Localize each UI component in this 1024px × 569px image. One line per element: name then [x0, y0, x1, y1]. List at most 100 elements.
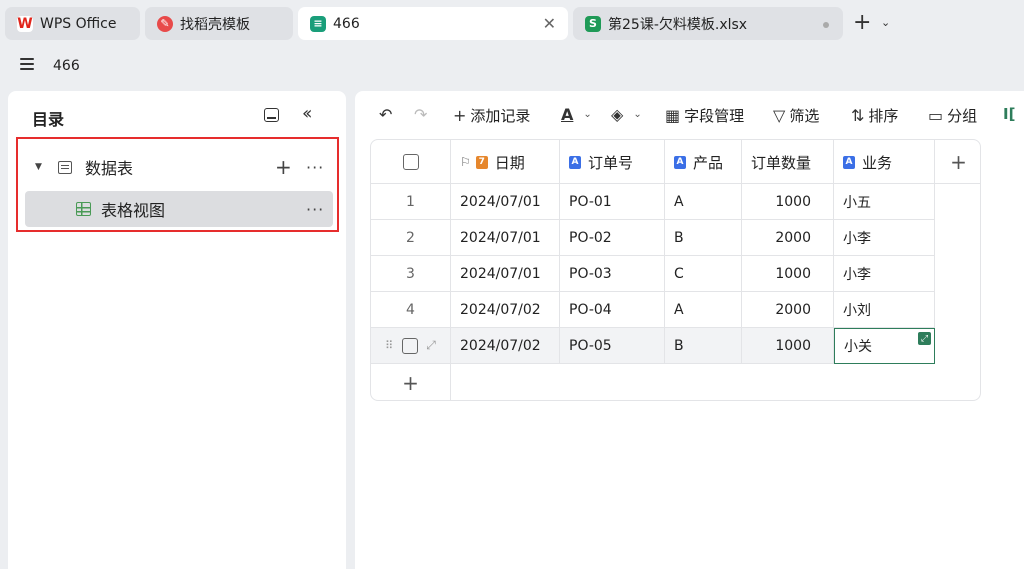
- more-icon[interactable]: ···: [306, 158, 324, 177]
- cell-product[interactable]: C: [665, 256, 742, 292]
- empty-column-area: [935, 184, 980, 400]
- row-number: 2: [406, 229, 415, 246]
- redo-icon[interactable]: ↷: [414, 105, 431, 124]
- text-field-icon: A: [843, 155, 855, 169]
- cell-date[interactable]: 2024/07/02: [451, 328, 560, 364]
- caret-down-icon[interactable]: ▼: [35, 162, 42, 172]
- menu-icon[interactable]: [20, 58, 34, 70]
- cell-qty[interactable]: 1000: [742, 256, 834, 292]
- tab-wps-office[interactable]: W WPS Office: [5, 7, 140, 40]
- fill-color-button[interactable]: ◈ ⌄: [611, 105, 642, 124]
- cell-rep[interactable]: 小李: [834, 256, 935, 292]
- group-button[interactable]: ▭ 分组: [928, 105, 977, 126]
- row-height-icon[interactable]: I[: [1003, 105, 1015, 123]
- unsaved-dot-icon: [823, 22, 829, 28]
- column-header-quantity[interactable]: 订单数量: [742, 140, 834, 184]
- tab-bar: W WPS Office ✎ 找稻壳模板 ≡ 466 ✕ S 第25课-欠料模板…: [0, 0, 1024, 46]
- tab-docer[interactable]: ✎ 找稻壳模板: [145, 7, 293, 40]
- select-all-checkbox[interactable]: [371, 140, 451, 184]
- cell-product[interactable]: A: [665, 184, 742, 220]
- cell-product[interactable]: B: [665, 220, 742, 256]
- row-number-cell[interactable]: 3: [371, 256, 451, 292]
- document-title: 466: [53, 58, 80, 74]
- tree-item-grid-view[interactable]: 表格视图 ···: [25, 191, 333, 227]
- data-grid: ⚐ 7 日期 A 订单号 A 产品 订单数量 A 业务 + 1 2024/07/0…: [370, 139, 981, 401]
- expand-record-icon[interactable]: ⤢: [426, 338, 436, 353]
- text-color-button[interactable]: A ⌄: [561, 105, 592, 124]
- panel-layout-icon[interactable]: [264, 108, 279, 122]
- group-label: 分组: [947, 107, 978, 125]
- column-label: 日期: [494, 153, 525, 172]
- add-row-button[interactable]: +: [371, 364, 451, 400]
- grid-header: ⚐ 7 日期 A 订单号 A 产品 订单数量 A 业务 +: [371, 140, 980, 184]
- tab-label: 第25课-欠料模板.xlsx: [608, 16, 748, 33]
- row-number-cell[interactable]: ⠿ ⤢: [371, 328, 451, 364]
- cell-qty[interactable]: 1000: [742, 328, 834, 364]
- cell-order[interactable]: PO-03: [560, 256, 665, 292]
- chevron-down-icon: ⌄: [583, 109, 592, 120]
- row-number-cell[interactable]: 1: [371, 184, 451, 220]
- row-number: 4: [406, 301, 415, 318]
- more-icon[interactable]: ···: [306, 200, 324, 219]
- plus-icon: +: [453, 106, 467, 125]
- tree-item-data-table[interactable]: ▼ 数据表 + ···: [18, 149, 337, 185]
- field-manage-button[interactable]: ▦ 字段管理: [665, 105, 744, 126]
- cell-qty[interactable]: 2000: [742, 292, 834, 328]
- cell-order[interactable]: PO-02: [560, 220, 665, 256]
- cell-rep[interactable]: 小五: [834, 184, 935, 220]
- spreadsheet-icon: S: [585, 15, 601, 32]
- directory-sidebar: 目录 ‹‹ ▼ 数据表 + ··· 表格视图 ···: [8, 91, 346, 569]
- row-checkbox[interactable]: [402, 337, 419, 354]
- cell-order[interactable]: PO-01: [560, 184, 665, 220]
- row-number: 1: [406, 193, 415, 210]
- docer-icon: ✎: [157, 15, 173, 32]
- text-field-icon: A: [569, 155, 581, 169]
- tab-spreadsheet[interactable]: S 第25课-欠料模板.xlsx: [573, 7, 843, 40]
- sidebar-title: 目录: [32, 110, 65, 129]
- undo-icon[interactable]: ↶: [379, 105, 396, 124]
- cell-rep[interactable]: 小刘: [834, 292, 935, 328]
- drag-handle-icon[interactable]: ⠿: [385, 339, 394, 352]
- column-header-rep[interactable]: A 业务: [834, 140, 935, 184]
- cell-product[interactable]: A: [665, 292, 742, 328]
- new-tab-button[interactable]: +: [853, 12, 871, 34]
- add-record-label: 添加记录: [470, 107, 531, 125]
- column-header-product[interactable]: A 产品: [665, 140, 742, 184]
- field-grid-icon: ▦: [665, 106, 681, 125]
- cell-date[interactable]: 2024/07/01: [451, 256, 560, 292]
- add-record-button[interactable]: + 添加记录: [453, 105, 530, 126]
- sort-button[interactable]: ⇅ 排序: [851, 105, 898, 126]
- filter-button[interactable]: ▽ 筛选: [773, 105, 819, 126]
- cell-order[interactable]: PO-04: [560, 292, 665, 328]
- row-number-cell[interactable]: 4: [371, 292, 451, 328]
- collapse-sidebar-icon[interactable]: ‹‹: [302, 103, 313, 124]
- row-number-cell[interactable]: 2: [371, 220, 451, 256]
- cell-order[interactable]: PO-05: [560, 328, 665, 364]
- row-number: 3: [406, 265, 415, 282]
- filter-label: 筛选: [789, 107, 820, 125]
- cell-qty[interactable]: 2000: [742, 220, 834, 256]
- column-header-date[interactable]: ⚐ 7 日期: [451, 140, 560, 184]
- tab-label: 466: [333, 15, 360, 32]
- folder-icon: ▭: [928, 106, 944, 125]
- cell-product[interactable]: B: [665, 328, 742, 364]
- chevron-down-icon[interactable]: ⌄: [881, 16, 890, 29]
- add-column-button[interactable]: +: [935, 140, 980, 184]
- paint-bucket-icon: ◈: [611, 105, 624, 124]
- text-color-icon: A: [561, 105, 574, 124]
- tree-item-label: 表格视图: [101, 201, 166, 220]
- cell-date[interactable]: 2024/07/01: [451, 220, 560, 256]
- column-label: 订单号: [588, 153, 634, 172]
- document-title-bar: 466: [0, 46, 1024, 88]
- add-view-icon[interactable]: +: [275, 155, 292, 179]
- close-icon[interactable]: ✕: [543, 14, 556, 33]
- cell-rep[interactable]: 小李: [834, 220, 935, 256]
- tab-466[interactable]: ≡ 466 ✕: [298, 7, 568, 40]
- column-label: 订单数量: [751, 153, 812, 172]
- column-header-order[interactable]: A 订单号: [560, 140, 665, 184]
- cell-qty[interactable]: 1000: [742, 184, 834, 220]
- cell-date[interactable]: 2024/07/02: [451, 292, 560, 328]
- cell-date[interactable]: 2024/07/01: [451, 184, 560, 220]
- expand-cell-icon[interactable]: ⤢: [918, 332, 931, 345]
- sort-label: 排序: [868, 107, 899, 125]
